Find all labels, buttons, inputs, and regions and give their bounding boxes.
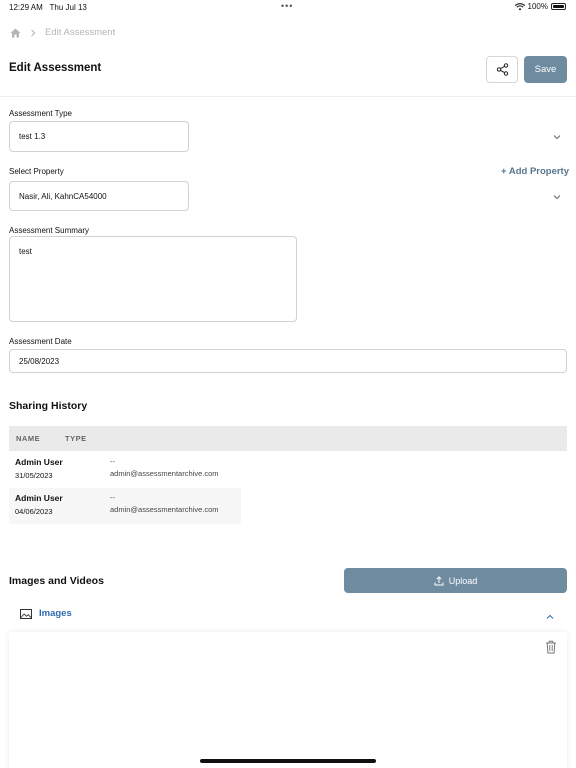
assessment-type-value: test 1.3 [19,132,46,141]
row-email: admin@assessmentarchive.com [110,505,219,514]
row-date: 04/06/2023 [15,507,53,516]
row-date: 31/05/2023 [15,471,53,480]
summary-label: Assessment Summary [9,226,90,235]
images-panel [9,632,567,768]
multitasking-dots[interactable]: ••• [281,1,293,11]
upload-button[interactable]: Upload [344,568,567,593]
column-name: NAME [16,434,41,443]
column-type: TYPE [65,434,87,443]
table-row: Admin User 04/06/2023 -- admin@assessmen… [9,488,241,524]
property-label: Select Property [9,167,64,176]
date-field[interactable]: 25/08/2023 [9,349,567,373]
table-row: Admin User 31/05/2023 -- admin@assessmen… [9,452,241,488]
images-tab[interactable]: Images [20,608,72,619]
trash-icon[interactable] [545,640,557,654]
wifi-icon [514,2,525,10]
sharing-table-header: NAME TYPE [9,426,567,451]
upload-label: Upload [448,575,478,586]
sharing-history-title: Sharing History [9,400,88,412]
home-indicator [200,759,376,763]
battery-icon [551,3,566,10]
summary-textarea[interactable]: test [9,236,297,322]
chevron-right-icon [31,29,36,36]
assessment-type-label: Assessment Type [9,109,72,118]
row-name: Admin User [15,493,63,503]
media-title: Images and Videos [9,575,104,587]
share-icon [496,63,508,76]
assessment-type-field[interactable]: test 1.3 [9,121,189,152]
add-property-button[interactable]: + Add Property [501,166,569,177]
image-icon [20,608,32,619]
assessment-type-chevron-down-icon[interactable] [553,133,561,141]
breadcrumb-current: Edit Assessment [45,27,116,38]
status-right: 100% [514,2,566,11]
date-value: 25/08/2023 [19,356,60,366]
row-type: -- [110,493,115,502]
summary-value: test [19,247,32,256]
status-time: 12:29 AM Thu Jul 13 [9,3,87,12]
property-field[interactable]: Nasir, Ali, KahnCA54000 [9,181,189,211]
page-title: Edit Assessment [9,62,102,74]
upload-icon [434,575,444,585]
share-button[interactable] [486,56,518,83]
row-name: Admin User [15,457,63,467]
home-icon[interactable] [10,28,21,38]
property-value: Nasir, Ali, KahnCA54000 [19,191,107,201]
images-tab-label: Images [39,608,72,619]
save-button[interactable]: Save [524,56,567,83]
battery-percent: 100% [527,2,548,11]
row-email: admin@assessmentarchive.com [110,469,219,478]
header-divider [0,96,576,97]
date-label: Assessment Date [9,337,72,346]
property-chevron-down-icon[interactable] [553,193,561,201]
chevron-up-icon[interactable] [546,613,554,621]
breadcrumb: Edit Assessment [10,27,115,38]
row-type: -- [110,457,115,466]
